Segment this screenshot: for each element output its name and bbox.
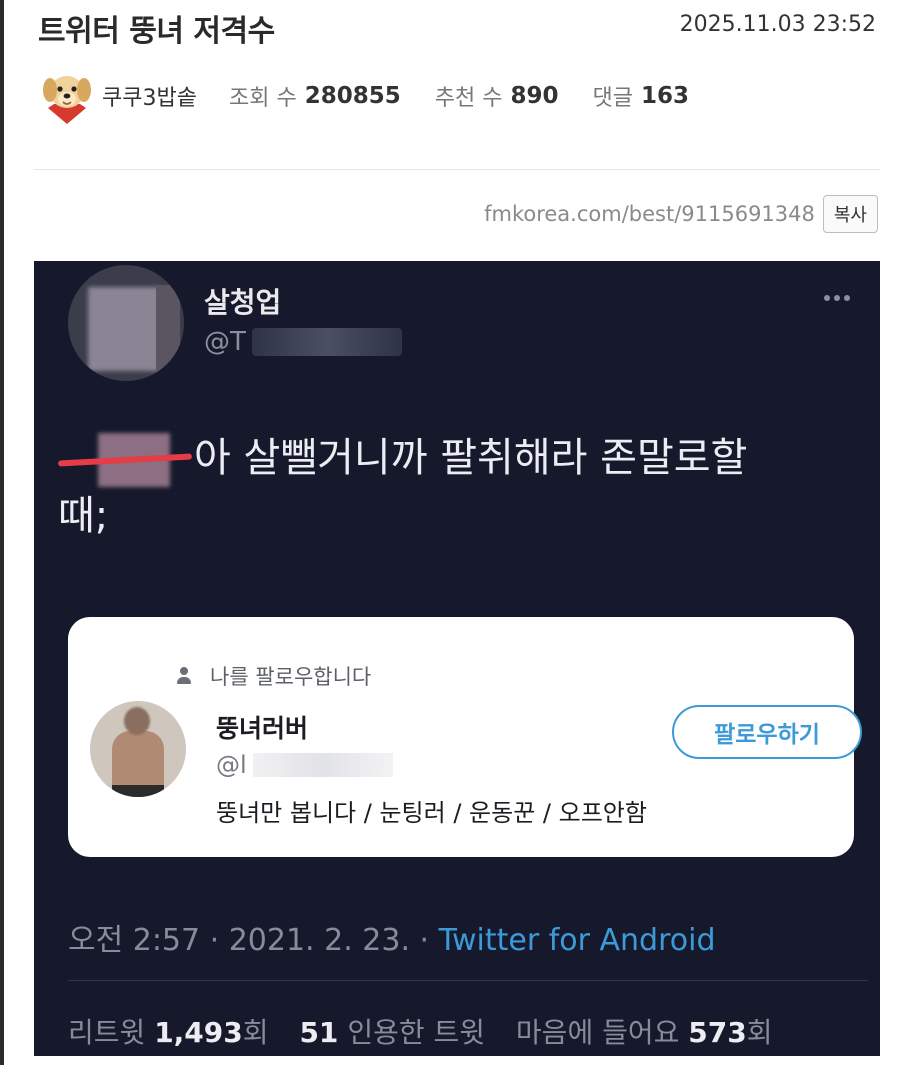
likes-count: 573 xyxy=(688,1016,747,1049)
more-dots-icon xyxy=(824,295,850,301)
recommend-count: 890 xyxy=(510,83,559,109)
tweet-text: 아 살뺄거니까 팔취해라 존말로할 때; xyxy=(57,429,858,545)
tweet-time: 오전 2:57 · 2021. 2. 23. · xyxy=(68,923,439,958)
left-edge-rule xyxy=(0,0,4,1065)
tweet-text-line2: 때; xyxy=(58,493,109,539)
retweet-count: 1,493 xyxy=(154,1016,243,1049)
follower-handle-row: @l xyxy=(216,751,393,779)
follower-avatar xyxy=(90,701,186,797)
tweet-screenshot: 살청업 @T 아 살뺄거니까 팔취해라 존말로할 때; 나를 팔로우합니다 뚱녀… xyxy=(34,261,880,1056)
redacted-struck-word xyxy=(57,433,194,487)
tweet-source: Twitter for Android xyxy=(438,923,716,958)
tweet-display-name: 살청업 xyxy=(204,286,282,319)
tweet-text-line1: 아 살뺄거니까 팔취해라 존말로할 xyxy=(194,435,748,481)
copy-url-button[interactable]: 복사 xyxy=(822,195,878,233)
retweet-unit: 회 xyxy=(242,1016,269,1049)
person-icon xyxy=(176,667,192,685)
follow-button: 팔로우하기 xyxy=(672,705,862,759)
post-date: 2025.11.03 23:52 xyxy=(679,12,876,37)
tweet-stats-row: 리트윗 1,493회 51 인용한 트윗 마음에 들어요 573회 xyxy=(68,1011,773,1051)
header-divider xyxy=(34,169,880,170)
follow-notice-text: 나를 팔로우합니다 xyxy=(210,665,372,689)
post-author[interactable]: 쿠쿠3밥솥 xyxy=(102,80,197,112)
post-meta-row: 쿠쿠3밥솥 조회 수 280855 추천 수 890 댓글 163 xyxy=(40,68,723,124)
follower-bio: 뚱녀만 봅니다 / 눈팅러 / 운동꾼 / 오프안함 xyxy=(216,799,647,827)
tweet-timestamp-row: 오전 2:57 · 2021. 2. 23. · Twitter for And… xyxy=(68,915,715,959)
tweet-divider xyxy=(68,980,868,981)
follow-notice: 나를 팔로우합니다 xyxy=(176,661,371,691)
views-label: 조회 수 xyxy=(228,86,297,111)
recommend-label: 추천 수 xyxy=(434,86,503,111)
follow-notification-card: 나를 팔로우합니다 뚱녀러버 @l 뚱녀만 봅니다 / 눈팅러 / 운동꾼 / … xyxy=(68,617,862,857)
follower-name: 뚱녀러버 xyxy=(216,714,309,743)
follower-handle: @l xyxy=(216,751,247,779)
likes-label: 마음에 들어요 xyxy=(515,1016,680,1049)
likes-unit: 회 xyxy=(746,1016,773,1049)
tweet-handle-row: @T xyxy=(204,327,402,357)
handle-redaction xyxy=(251,328,402,356)
post-url-row: fmkorea.com/best/9115691348 복사 xyxy=(484,195,878,233)
quote-label: 인용한 트윗 xyxy=(347,1016,486,1049)
views-count: 280855 xyxy=(304,83,401,109)
comments-label: 댓글 xyxy=(592,86,633,111)
post-title[interactable]: 트위터 뚱녀 저격수 xyxy=(38,6,275,50)
post-url[interactable]: fmkorea.com/best/9115691348 xyxy=(484,202,815,226)
dog-avatar-icon[interactable] xyxy=(40,68,94,124)
quote-count: 51 xyxy=(299,1016,339,1049)
tweet-author-avatar xyxy=(68,265,184,381)
retweet-label: 리트윗 xyxy=(68,1016,146,1049)
follower-handle-redaction xyxy=(252,753,393,777)
comments-count[interactable]: 163 xyxy=(641,83,689,109)
tweet-handle: @T xyxy=(204,327,246,357)
